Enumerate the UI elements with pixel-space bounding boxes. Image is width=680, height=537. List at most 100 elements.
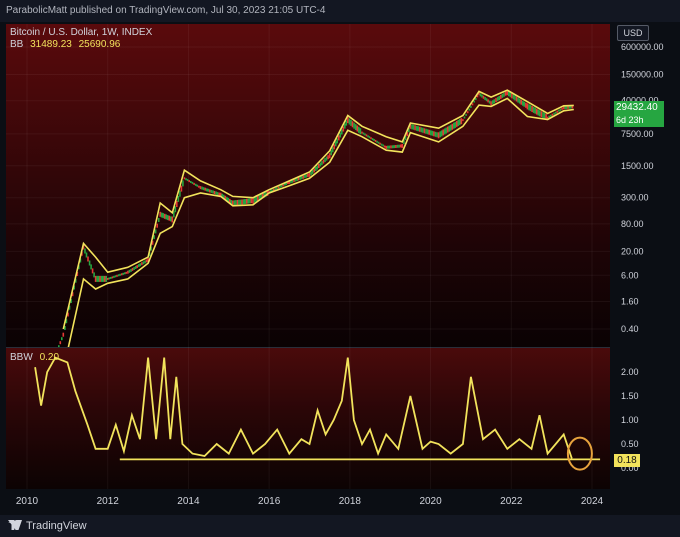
candle xyxy=(421,127,423,132)
candle xyxy=(178,196,180,202)
candle xyxy=(343,127,345,132)
candle xyxy=(435,132,437,137)
highlight-circle xyxy=(568,438,592,470)
candle xyxy=(204,188,206,191)
candle xyxy=(323,160,325,164)
candle xyxy=(349,119,351,125)
time-tick-label: 2020 xyxy=(419,496,442,507)
candle xyxy=(363,133,365,135)
candle xyxy=(458,120,460,126)
candle xyxy=(560,109,562,111)
candle xyxy=(327,155,329,159)
candle xyxy=(455,122,457,128)
candle xyxy=(444,129,446,135)
candle xyxy=(417,126,419,131)
candle xyxy=(448,126,450,132)
time-tick-label: 2024 xyxy=(581,496,604,507)
candle xyxy=(107,278,109,280)
bb-legend: BB 31489.23 25690.96 xyxy=(10,39,120,50)
candle xyxy=(442,129,444,135)
candle xyxy=(58,345,60,348)
candle xyxy=(393,145,395,148)
candle xyxy=(63,333,65,337)
candle xyxy=(548,116,550,118)
candle xyxy=(146,259,148,262)
currency-button[interactable]: USD xyxy=(617,25,649,41)
candle xyxy=(118,274,120,276)
last-price: 29432.40 xyxy=(616,102,658,113)
candle xyxy=(235,200,237,205)
candle xyxy=(416,126,418,131)
symbol-title[interactable]: Bitcoin / U.S. Dollar, 1W, INDEX xyxy=(10,27,152,38)
candle xyxy=(397,145,399,148)
candle xyxy=(104,276,106,282)
candle xyxy=(414,125,416,130)
candle xyxy=(99,276,101,282)
candle xyxy=(375,140,377,142)
candle xyxy=(484,97,486,100)
candle xyxy=(494,99,496,103)
candle xyxy=(241,199,243,204)
candle xyxy=(105,276,107,282)
candle xyxy=(357,126,359,132)
candle xyxy=(278,187,280,189)
candle xyxy=(360,128,362,134)
candle xyxy=(101,276,103,282)
candle xyxy=(60,341,62,344)
candle xyxy=(389,146,391,149)
bb-lower-value: 25690.96 xyxy=(79,39,121,50)
candle xyxy=(170,216,172,221)
candle xyxy=(502,94,504,98)
candle xyxy=(350,120,352,126)
candle xyxy=(133,267,135,270)
candle xyxy=(542,112,544,118)
candle xyxy=(158,218,160,222)
candle xyxy=(402,144,404,148)
candle xyxy=(533,107,535,113)
candle xyxy=(215,192,217,195)
candle xyxy=(469,109,471,111)
candle xyxy=(206,188,208,191)
candle xyxy=(162,213,164,218)
candle xyxy=(61,337,63,340)
chart-canvas: 600000.00150000.0040000.007500.001500.00… xyxy=(0,0,680,537)
candle xyxy=(243,199,245,204)
price-tick-label: 7500.00 xyxy=(621,129,654,139)
candle xyxy=(307,174,309,177)
price-tick-label: 600000.00 xyxy=(621,42,664,52)
candle xyxy=(141,262,143,265)
candle xyxy=(552,114,554,116)
candle xyxy=(453,123,455,129)
candle xyxy=(369,136,371,138)
candle xyxy=(436,132,438,137)
candle xyxy=(159,212,161,217)
tradingview-logo[interactable]: TradingView xyxy=(8,520,87,532)
candle xyxy=(185,178,187,180)
time-tick-label: 2016 xyxy=(258,496,281,507)
candle xyxy=(121,273,123,275)
candle xyxy=(87,257,89,262)
candle xyxy=(461,118,463,124)
candle xyxy=(217,192,219,195)
price-tick-label: 0.40 xyxy=(621,324,639,334)
candle xyxy=(127,271,129,274)
candle xyxy=(208,189,210,192)
candle xyxy=(95,276,97,282)
candle xyxy=(505,92,507,96)
candle xyxy=(452,124,454,130)
candle xyxy=(212,190,214,193)
candle xyxy=(428,130,430,135)
candle xyxy=(96,276,98,282)
candle xyxy=(534,108,536,114)
candle xyxy=(445,128,447,134)
price-tick-label: 300.00 xyxy=(621,193,649,203)
candle xyxy=(326,157,328,161)
time-tick-label: 2012 xyxy=(97,496,120,507)
candle xyxy=(558,110,560,112)
candle xyxy=(531,106,533,112)
candle xyxy=(544,113,546,119)
candle xyxy=(376,141,378,143)
candle xyxy=(279,186,281,188)
candle xyxy=(341,130,343,135)
candle xyxy=(303,176,305,179)
